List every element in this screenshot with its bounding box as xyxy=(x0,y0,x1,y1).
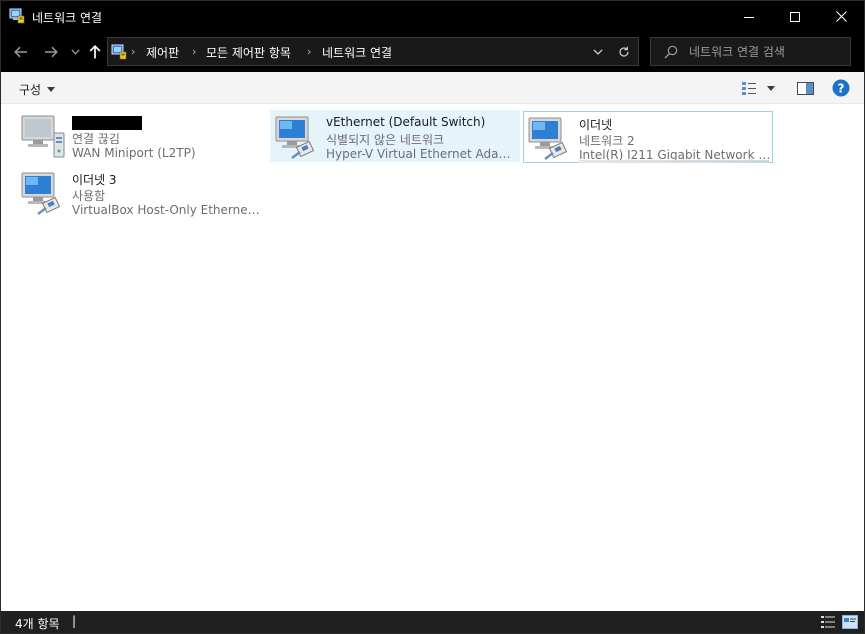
maximize-icon xyxy=(790,11,800,22)
refresh-button[interactable] xyxy=(614,42,634,62)
connection-status: 사용함 xyxy=(72,189,106,203)
search-icon xyxy=(664,45,678,59)
tiles-view-icon[interactable] xyxy=(842,615,858,629)
chevron-down-icon xyxy=(47,87,56,92)
connection-name: 이더넷 3 xyxy=(72,173,117,187)
close-icon xyxy=(835,11,847,22)
search-input[interactable] xyxy=(689,42,844,62)
address-bar[interactable]: › 제어판 › 모든 제어판 항목 › 네트워크 연결 xyxy=(107,37,639,66)
address-history-button[interactable] xyxy=(588,42,608,62)
close-button[interactable] xyxy=(818,1,864,32)
chevron-down-icon xyxy=(70,49,80,55)
refresh-icon xyxy=(619,46,629,57)
forward-button[interactable] xyxy=(41,42,61,62)
item-count: 4개 항목 xyxy=(15,617,60,631)
maximize-button[interactable] xyxy=(772,1,818,32)
connections-list: 연결 끊김 WAN Miniport (L2TP) vEthernet (Def… xyxy=(1,104,864,611)
breadcrumb-control-panel[interactable]: 제어판 xyxy=(146,44,179,61)
list-item-ethernet-3[interactable]: 이더넷 3 사용함 VirtualBox Host-Only Ethernet … xyxy=(16,166,266,218)
connection-status: 연결 끊김 xyxy=(72,132,120,146)
connection-name: 이더넷 xyxy=(579,118,613,132)
network-computer-icon xyxy=(21,115,65,158)
chevron-down-icon xyxy=(767,85,775,91)
connection-device: WAN Miniport (L2TP) xyxy=(72,146,196,160)
connection-name: vEthernet (Default Switch) xyxy=(326,115,486,129)
breadcrumb-separator: › xyxy=(192,45,197,58)
preview-pane-icon xyxy=(797,81,814,95)
arrow-left-icon xyxy=(14,46,27,58)
chevron-down-icon xyxy=(593,49,603,55)
minimize-icon xyxy=(744,16,754,18)
arrow-up-icon xyxy=(89,45,101,59)
modem-icon xyxy=(53,132,65,158)
navigation-bar: › 제어판 › 모든 제어판 항목 › 네트워크 연결 xyxy=(1,32,864,72)
redacted-connection-name xyxy=(72,116,142,130)
breadcrumb-all-items[interactable]: 모든 제어판 항목 xyxy=(206,44,291,61)
network-connections-icon xyxy=(9,8,25,24)
breadcrumb-separator: › xyxy=(307,45,312,58)
up-button[interactable] xyxy=(85,42,105,62)
minimize-button[interactable] xyxy=(726,1,772,32)
title-bar: 네트워크 연결 xyxy=(1,1,864,32)
status-bar: 4개 항목 | xyxy=(1,611,864,633)
arrow-right-icon xyxy=(45,46,58,58)
breadcrumb-network-connections[interactable]: 네트워크 연결 xyxy=(322,44,392,61)
back-button[interactable] xyxy=(11,42,31,62)
explorer-window: 네트워크 연결 › 제어판 › 모든 제어판 항목 › 네트워크 연결 네트워크… xyxy=(0,0,865,634)
window-title: 네트워크 연결 xyxy=(32,11,103,25)
change-view-icon xyxy=(742,82,756,95)
list-item-vethernet[interactable]: vEthernet (Default Switch) 식별되지 않은 네트워크 … xyxy=(270,110,520,162)
connection-status: 네트워크 2 xyxy=(579,134,635,148)
breadcrumb-separator: › xyxy=(131,45,136,58)
recent-locations-button[interactable] xyxy=(65,42,85,62)
help-icon: ? xyxy=(832,79,850,97)
organize-label: 구성 xyxy=(19,83,42,97)
organize-menu-button[interactable]: 구성 xyxy=(19,81,56,98)
list-item-ethernet[interactable]: 이더넷 네트워크 2 Intel(R) I211 Gigabit Network… xyxy=(523,111,773,163)
view-options-button[interactable] xyxy=(767,79,775,97)
connection-device: Hyper-V Virtual Ethernet Adapter xyxy=(326,147,518,161)
network-computer-icon xyxy=(275,116,315,159)
svg-text:?: ? xyxy=(838,81,845,95)
network-computer-icon xyxy=(21,172,61,215)
change-view-button[interactable] xyxy=(741,79,757,97)
details-view-icon[interactable] xyxy=(820,615,836,629)
network-computer-icon xyxy=(528,117,568,160)
status-separator: | xyxy=(72,614,77,628)
list-item-wan-miniport[interactable]: 연결 끊김 WAN Miniport (L2TP) xyxy=(16,109,266,161)
preview-pane-button[interactable] xyxy=(797,79,814,97)
command-bar: 구성 ? xyxy=(1,72,864,104)
connection-status: 식별되지 않은 네트워크 xyxy=(326,133,445,147)
connection-device: VirtualBox Host-Only Ethernet Adapter xyxy=(72,203,264,217)
control-panel-icon xyxy=(111,44,127,60)
link-activity-bar xyxy=(579,160,769,163)
search-box[interactable] xyxy=(650,37,851,66)
help-button[interactable]: ? xyxy=(832,79,850,97)
